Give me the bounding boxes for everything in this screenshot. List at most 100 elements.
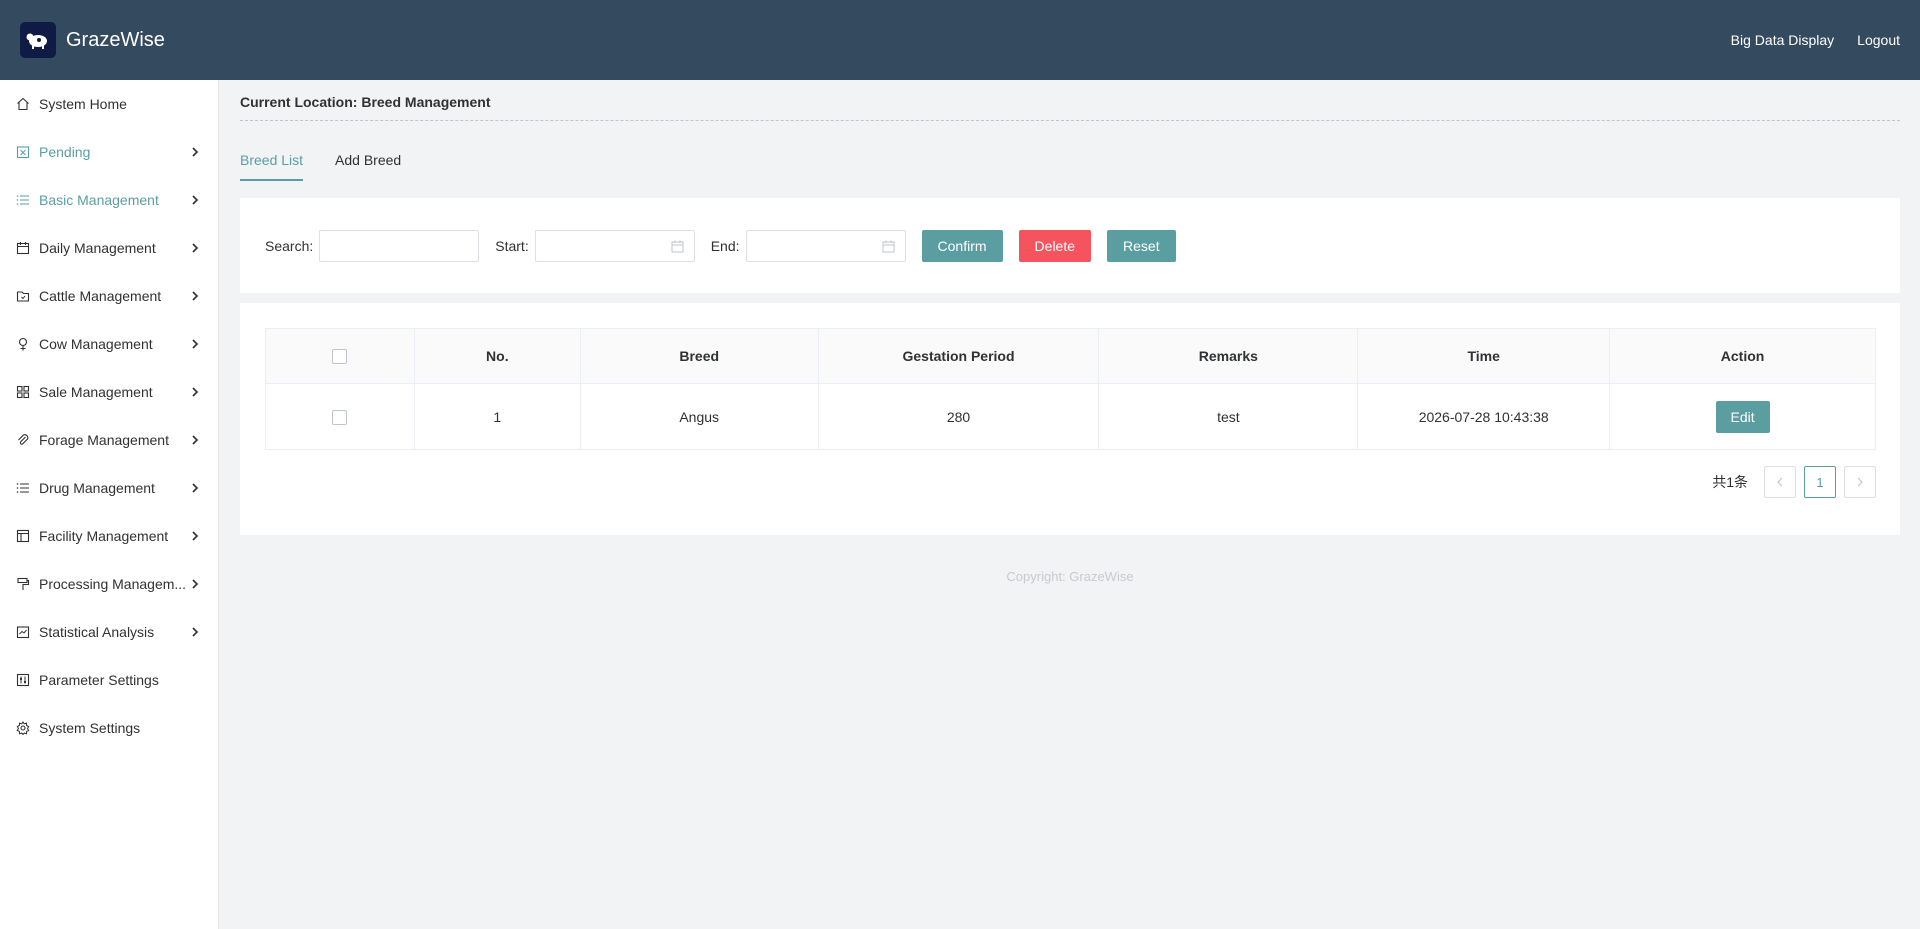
sidebar-item-cow-management[interactable]: Cow Management: [0, 320, 218, 368]
cell-gestation: 280: [817, 383, 1100, 450]
pagination-total: 共1条: [1712, 474, 1748, 490]
confirm-button[interactable]: Confirm: [921, 229, 1003, 262]
column-header-gestation: Gestation Period: [817, 328, 1100, 384]
tab-breed-list[interactable]: Breed List: [240, 141, 304, 181]
chevron-right-icon: [190, 147, 200, 157]
sidebar-item-label: Parameter Settings: [39, 672, 159, 688]
sidebar-item-parameter-settings[interactable]: Parameter Settings: [0, 656, 218, 704]
sidebar-item-drug-management[interactable]: Drug Management: [0, 464, 218, 512]
calendar-icon: [882, 240, 895, 253]
cell-no: 1: [413, 383, 581, 450]
select-all-cell: [265, 328, 415, 384]
gear-icon: [16, 721, 30, 735]
cow-logo-icon: [20, 22, 56, 58]
sidebar-item-basic-management[interactable]: Basic Management: [0, 176, 218, 224]
sidebar-item-pending[interactable]: Pending: [0, 128, 218, 176]
search-input[interactable]: [319, 229, 480, 262]
column-header-time: Time: [1357, 328, 1611, 384]
chevron-right-icon: [190, 339, 200, 349]
sidebar-item-facility-management[interactable]: Facility Management: [0, 512, 218, 560]
end-label: End:: [710, 237, 740, 254]
sidebar-item-system-settings[interactable]: System Settings: [0, 704, 218, 752]
sidebar-item-label: Pending: [39, 144, 91, 160]
folder-icon: [16, 289, 30, 303]
list-icon: [16, 193, 30, 207]
tab-add-breed[interactable]: Add Breed: [335, 141, 401, 181]
grid-icon: [16, 385, 30, 399]
table-row: 1 Angus 280 test 2026-07-28 10:43:38 Edi…: [265, 383, 1876, 450]
sidebar-item-label: Cattle Management: [39, 288, 162, 304]
top-header: GrazeWise Big Data Display Logout: [0, 0, 1920, 80]
sidebar: System Home Pending Basic Management Dai…: [0, 80, 219, 929]
column-header-remarks: Remarks: [1098, 328, 1359, 384]
brand[interactable]: GrazeWise: [20, 22, 165, 58]
delete-button[interactable]: Delete: [1018, 229, 1092, 262]
chevron-right-icon: [190, 483, 200, 493]
sidebar-item-label: Statistical Analysis: [39, 624, 155, 640]
pagination: 共1条 1: [265, 466, 1876, 498]
page-number-button[interactable]: 1: [1804, 466, 1836, 498]
chevron-right-icon: [190, 195, 200, 205]
sidebar-item-label: Basic Management: [39, 192, 159, 208]
sliders-icon: [16, 673, 30, 687]
select-all-checkbox[interactable]: [332, 349, 348, 365]
chevron-right-icon: [190, 387, 200, 397]
column-header-no: No.: [413, 328, 581, 384]
chevron-right-icon: [190, 243, 200, 253]
chevron-right-icon: [1857, 477, 1863, 487]
calendar-icon: [16, 241, 30, 255]
calendar-icon: [671, 240, 684, 253]
prev-page-button[interactable]: [1764, 466, 1796, 498]
cell-action: Edit: [1609, 383, 1876, 450]
chart-icon: [16, 625, 30, 639]
chevron-right-icon: [190, 579, 200, 589]
search-panel: Search: Start: End: Confirm Delete Reset: [240, 198, 1900, 293]
cell-breed: Angus: [579, 383, 819, 450]
sidebar-item-label: Daily Management: [39, 240, 156, 256]
breed-table: No. Breed Gestation Period Remarks Time …: [265, 328, 1876, 450]
list-icon: [16, 481, 30, 495]
search-label: Search:: [265, 237, 314, 254]
sidebar-item-system-home[interactable]: System Home: [0, 80, 218, 128]
row-checkbox[interactable]: [332, 409, 348, 425]
sidebar-item-label: Processing Managem...: [39, 576, 187, 592]
sidebar-item-daily-management[interactable]: Daily Management: [0, 224, 218, 272]
tab-bar: Breed List Add Breed: [240, 121, 1900, 181]
sidebar-item-label: Forage Management: [39, 432, 169, 448]
sidebar-item-label: System Home: [39, 96, 127, 112]
edit-button[interactable]: Edit: [1715, 400, 1770, 433]
brush-icon: [16, 577, 30, 591]
chevron-left-icon: [1777, 477, 1783, 487]
end-date-picker[interactable]: [745, 229, 906, 262]
sidebar-item-cattle-management[interactable]: Cattle Management: [0, 272, 218, 320]
big-data-display-link[interactable]: Big Data Display: [1731, 32, 1835, 48]
cell-remarks: test: [1098, 383, 1359, 450]
sidebar-item-processing-management[interactable]: Processing Managem...: [0, 560, 218, 608]
sidebar-item-label: System Settings: [39, 720, 141, 736]
table-panel: No. Breed Gestation Period Remarks Time …: [240, 303, 1900, 535]
reset-button[interactable]: Reset: [1107, 229, 1176, 262]
sidebar-item-statistical-analysis[interactable]: Statistical Analysis: [0, 608, 218, 656]
next-page-button[interactable]: [1844, 466, 1876, 498]
sidebar-item-sale-management[interactable]: Sale Management: [0, 368, 218, 416]
brand-name: GrazeWise: [66, 28, 165, 51]
column-header-breed: Breed: [579, 328, 819, 384]
column-header-action: Action: [1609, 328, 1876, 384]
layout-icon: [16, 529, 30, 543]
sidebar-item-forage-management[interactable]: Forage Management: [0, 416, 218, 464]
chevron-right-icon: [190, 531, 200, 541]
sidebar-item-label: Facility Management: [39, 528, 169, 544]
chevron-right-icon: [190, 435, 200, 445]
pending-icon: [16, 145, 30, 159]
chevron-right-icon: [190, 291, 200, 301]
sidebar-item-label: Sale Management: [39, 384, 153, 400]
breadcrumb: Current Location: Breed Management: [240, 80, 1900, 121]
sidebar-item-label: Cow Management: [39, 336, 153, 352]
copyright-text: Copyright: GrazeWise: [1006, 569, 1134, 584]
logout-link[interactable]: Logout: [1857, 32, 1900, 48]
start-date-picker[interactable]: [534, 229, 695, 262]
home-icon: [16, 97, 30, 111]
chevron-right-icon: [190, 627, 200, 637]
table-header-row: No. Breed Gestation Period Remarks Time …: [265, 328, 1876, 384]
cell-time: 2026-07-28 10:43:38: [1357, 383, 1611, 450]
